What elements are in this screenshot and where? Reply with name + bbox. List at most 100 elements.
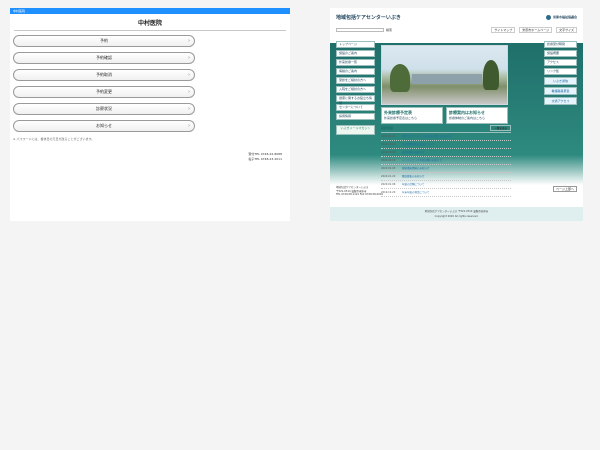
page-top-button[interactable]: ページ上部へ	[553, 186, 577, 192]
news-row[interactable]: 2020.02.18 インフルエンザ予防接種のお知らせ	[381, 157, 511, 165]
news-row[interactable]: 2020.04.01 新型コロナウイルス感染症に関するお知らせ	[381, 133, 511, 141]
screenshot-canvas: 中村医院 中村医院 予約 › 予約確認 › 予約取消 › 予約変更 › 診察状況 › お知…	[0, 0, 600, 450]
nav-item[interactable]: 施設のご案内	[336, 50, 375, 57]
search-area: 検索	[336, 27, 392, 32]
side-item[interactable]: 診療受付時間	[544, 41, 577, 48]
tree-shape	[390, 64, 410, 92]
nav-item[interactable]: 受診をご検討の方へ	[336, 77, 375, 84]
news-row[interactable]: 2020.01.06 年始の診療について	[381, 181, 511, 189]
side-item[interactable]: アクセス	[544, 59, 577, 66]
menu-list: 予約 › 予約確認 › 予約取消 › 予約変更 › 診察状況 › お知らせ ›	[10, 35, 290, 132]
footer-bar: 地域包括ケアセンターいぶき 〒521-0314 滋賀県米原市 Copyright…	[330, 207, 583, 221]
menu-button-reserve[interactable]: 予約 ›	[13, 35, 195, 47]
news-link[interactable]: 年末年始の休診について	[402, 189, 429, 196]
menu-button-change[interactable]: 予約変更 ›	[13, 86, 195, 98]
side-item[interactable]: 施設概要	[544, 50, 577, 57]
logo-mark-icon	[545, 14, 551, 20]
menu-button-label: お知らせ	[96, 123, 112, 128]
banner-outpatient-schedule[interactable]: 外来診療予定表 外来診療予定表はこちら	[381, 107, 443, 124]
footer-line: TEL 0749-58-1121 FAX 0749-58-0016	[336, 193, 383, 196]
site-title[interactable]: 地域包括ケアセンターいぶき	[336, 14, 401, 21]
news-section: 最新情報 一覧を見る 2020.04.01 新型コロナウイルス感染症に関するお知ら…	[381, 125, 511, 197]
news-row[interactable]: 2019.12.20 年末年始の休診について	[381, 189, 511, 197]
menu-button-status[interactable]: 診察状況 ›	[13, 103, 195, 115]
top-links: サイトマップ 米原市ホームページ 文字サイズ	[491, 26, 577, 33]
tree-shape	[483, 60, 499, 90]
news-link[interactable]: インフルエンザ予防接種のお知らせ	[402, 157, 442, 164]
news-date: 2020.02.03	[381, 167, 396, 170]
chevron-right-icon: ›	[188, 123, 190, 129]
menu-button-label: 予約変更	[96, 89, 112, 94]
logo-text: 米原市福祉協議会	[552, 15, 577, 19]
chevron-right-icon: ›	[188, 55, 190, 61]
page-title: 中村医院	[14, 14, 286, 31]
news-date: 2020.03.02	[381, 151, 396, 154]
footer-info: 地域包括ケアセンターいぶき 〒521-0314 滋賀県米原市 TEL 0749-…	[336, 186, 383, 197]
news-row[interactable]: 2020.02.03 健康講座開催のお知らせ	[381, 165, 511, 173]
chevron-right-icon: ›	[188, 106, 190, 112]
banner-sub: 診療体制のご案内はこちら	[449, 116, 486, 120]
clinic-mobile-page: 中村医院 中村医院 予約 › 予約確認 › 予約取消 › 予約変更 › 診察状況 › お知…	[10, 8, 290, 221]
banner-sub: 外来診療予定表はこちら	[384, 116, 418, 120]
chevron-right-icon: ›	[188, 38, 190, 44]
news-link[interactable]: 新型コロナウイルス感染症に関するお知らせ	[402, 133, 452, 140]
menu-button-label: 診察状況	[96, 106, 112, 111]
contact-info: 受付TEL 0748-22-8088 電子TEL 0748-23-2011	[248, 152, 282, 162]
nav-item[interactable]: トップページ	[336, 41, 375, 48]
search-button[interactable]: 検索	[386, 28, 392, 32]
top-link-city[interactable]: 米原市ホームページ	[519, 26, 553, 33]
menu-button-news[interactable]: お知らせ ›	[13, 120, 195, 132]
news-link[interactable]: 面会制限のお知らせ	[402, 149, 424, 156]
nav-item[interactable]: 採用情報	[336, 113, 375, 120]
top-link-sitemap[interactable]: サイトマップ	[491, 26, 516, 33]
side-badge[interactable]: 交通アクセス	[544, 97, 577, 105]
news-row[interactable]: 2020.03.02 面会制限のお知らせ	[381, 149, 511, 157]
news-date: 2020.02.18	[381, 159, 396, 162]
building-shape	[412, 74, 482, 84]
side-badge[interactable]: いぶき通信	[544, 77, 577, 85]
password-note: ※ パスワードには、各休日の元日が改ることがございます。	[13, 137, 95, 141]
news-date: 2019.12.20	[381, 191, 396, 194]
news-row[interactable]: 2020.03.16 外来診療時間の変更について	[381, 141, 511, 149]
news-link[interactable]: 年始の診療について	[402, 181, 424, 188]
nav-item[interactable]: 病棟のご案内	[336, 68, 375, 75]
nav-item[interactable]: 外来診療一覧	[336, 59, 375, 66]
nav-item[interactable]: センターについて	[336, 104, 375, 111]
contact-line: 電子TEL 0748-23-2011	[248, 157, 282, 161]
news-date: 2020.01.20	[381, 175, 396, 178]
footer-copyright: Copyright 2020 All rights reserved.	[434, 215, 479, 218]
menu-button-label: 予約取消	[96, 72, 112, 77]
news-link[interactable]: 職員募集のお知らせ	[402, 173, 424, 180]
news-header: 最新情報 一覧を見る	[381, 125, 511, 133]
care-center-website: 地域包括ケアセンターいぶき 米原市福祉協議会 検索 サイトマップ 米原市ホームペ…	[330, 8, 583, 221]
chevron-right-icon: ›	[188, 89, 190, 95]
site-header: 地域包括ケアセンターいぶき 米原市福祉協議会	[330, 8, 583, 26]
mail-magazine-box[interactable]: いぶきメールマガジン	[336, 125, 375, 135]
news-date: 2020.03.16	[381, 143, 396, 146]
news-row[interactable]: 2020.01.20 職員募集のお知らせ	[381, 173, 511, 181]
banner-row: 外来診療予定表 外来診療予定表はこちら 診療案内はお知らせ 診療体制のご案内はこ…	[381, 107, 508, 124]
left-nav: トップページ 施設のご案内 外来診療一覧 病棟のご案内 受診をご検討の方へ 入院…	[336, 41, 375, 135]
menu-button-confirm[interactable]: 予約確認 ›	[13, 52, 195, 64]
menu-button-label: 予約確認	[96, 55, 112, 60]
chevron-right-icon: ›	[188, 72, 190, 78]
news-date: 2020.04.01	[381, 135, 396, 138]
side-item[interactable]: リンク集	[544, 68, 577, 75]
top-link-font-size[interactable]: 文字サイズ	[556, 26, 577, 33]
nav-item[interactable]: 健康に関するお役立ち情報	[336, 95, 375, 105]
hero-photo	[381, 45, 508, 105]
menu-button-label: 予約	[100, 38, 108, 43]
right-nav: 診療受付時間 施設概要 アクセス リンク集 いぶき通信 看護職員募集 交通アクセ…	[544, 41, 577, 107]
menu-button-cancel[interactable]: 予約取消 ›	[13, 69, 195, 81]
news-link[interactable]: 健康講座開催のお知らせ	[402, 165, 429, 172]
news-more-button[interactable]: 一覧を見る	[490, 125, 511, 131]
news-title: 最新情報	[381, 126, 394, 130]
search-input[interactable]	[336, 27, 384, 32]
news-link[interactable]: 外来診療時間の変更について	[402, 141, 434, 148]
banner-medical-info[interactable]: 診療案内はお知らせ 診療体制のご案内はこちら	[446, 107, 508, 124]
news-date: 2020.01.06	[381, 183, 396, 186]
site-toolbar: 検索 サイトマップ 米原市ホームページ 文字サイズ	[336, 26, 577, 33]
nav-item[interactable]: 入院をご検討の方へ	[336, 86, 375, 93]
side-badge[interactable]: 看護職員募集	[544, 87, 577, 95]
org-logo[interactable]: 米原市福祉協議会	[545, 14, 577, 20]
